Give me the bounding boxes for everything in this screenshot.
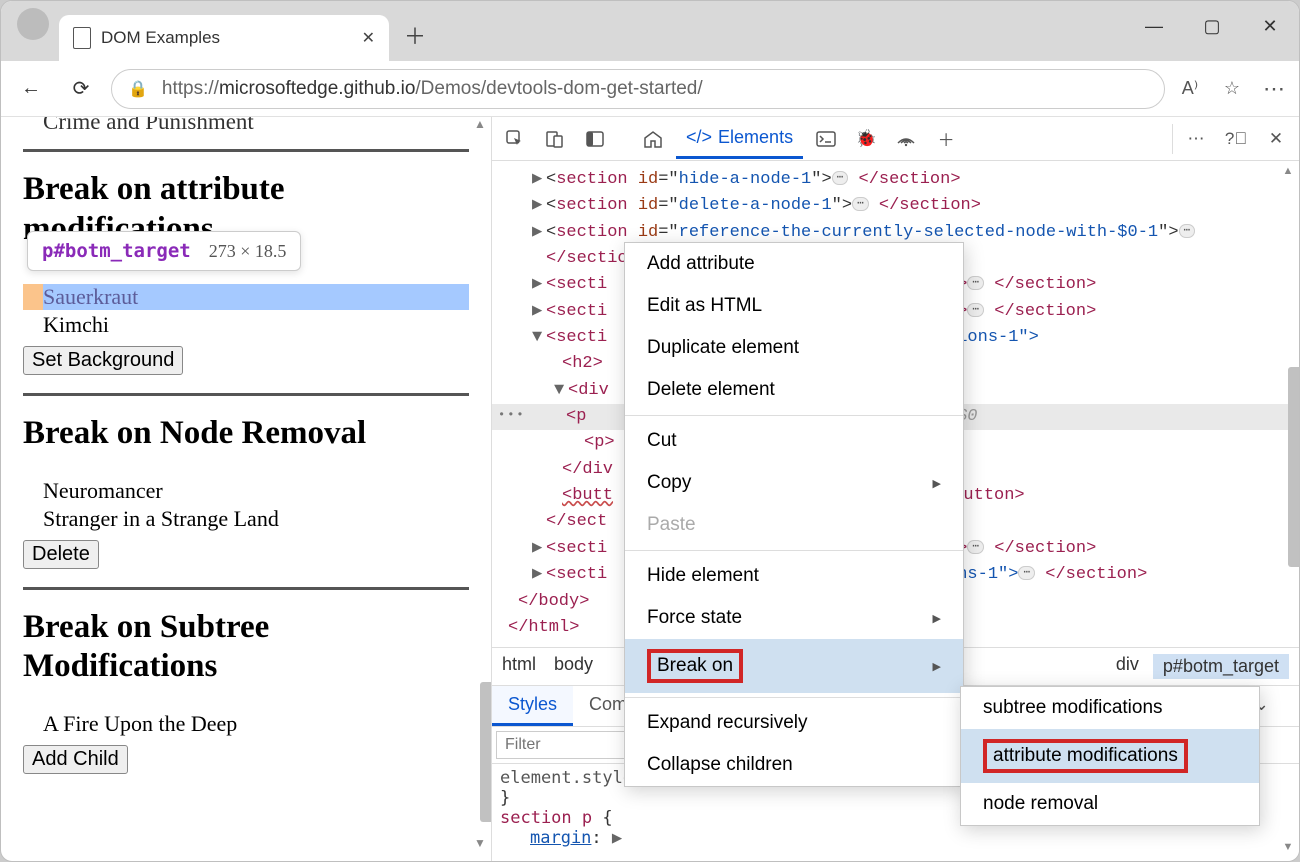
- device-icon[interactable]: [538, 122, 572, 156]
- ctx-add-attribute[interactable]: Add attribute: [625, 243, 963, 285]
- ctx-separator: [625, 550, 963, 551]
- item-stranger: Stranger in a Strange Land: [43, 506, 469, 532]
- toolbar-right: A⁾ ☆ ⋯: [1175, 74, 1289, 104]
- minimize-button[interactable]: —: [1125, 1, 1183, 51]
- ctx-copy[interactable]: Copy: [625, 462, 963, 504]
- cutoff-text: Crime and Punishment: [43, 117, 469, 135]
- devtools-scrollbar[interactable]: ▲ ▼: [1279, 165, 1297, 853]
- crumb-body[interactable]: body: [554, 654, 593, 679]
- page-scrollbar[interactable]: ▲ ▼: [471, 117, 489, 851]
- submenu-attribute[interactable]: attribute modifications: [961, 729, 1259, 783]
- titlebar: DOM Examples ✕ ＋ — ▢ ✕: [1, 1, 1299, 61]
- ctx-hide[interactable]: Hide element: [625, 555, 963, 597]
- browser-toolbar: ← ⟳ 🔒 https://microsoftedge.github.io/De…: [1, 61, 1299, 117]
- scroll-down-icon[interactable]: ▼: [1283, 841, 1294, 853]
- ctx-force-state[interactable]: Force state: [625, 597, 963, 639]
- back-button[interactable]: ←: [11, 69, 51, 109]
- item-neuromancer: Neuromancer: [43, 478, 469, 504]
- refresh-button[interactable]: ⟳: [61, 69, 101, 109]
- help-icon[interactable]: ?⃝: [1219, 122, 1253, 156]
- dock-icon[interactable]: [578, 122, 612, 156]
- heading-removal: Break on Node Removal: [23, 414, 469, 454]
- console-tab-icon[interactable]: [809, 122, 843, 156]
- tab-styles[interactable]: Styles: [492, 686, 573, 726]
- favorite-icon[interactable]: ☆: [1217, 74, 1247, 104]
- elements-tab[interactable]: </> Elements: [676, 119, 803, 159]
- ctx-delete[interactable]: Delete element: [625, 369, 963, 411]
- window-controls: — ▢ ✕: [1125, 1, 1299, 51]
- scroll-thumb[interactable]: [1288, 367, 1299, 567]
- item-kimchi: Kimchi: [43, 312, 469, 338]
- sources-tab-icon[interactable]: 🐞: [849, 122, 883, 156]
- close-devtools-icon[interactable]: ✕: [1259, 122, 1293, 156]
- new-tab-button[interactable]: ＋: [395, 19, 435, 51]
- crumb-target[interactable]: p#botm_target: [1153, 654, 1289, 679]
- context-menu: Add attribute Edit as HTML Duplicate ele…: [624, 242, 964, 787]
- ctx-duplicate[interactable]: Duplicate element: [625, 327, 963, 369]
- network-tab-icon[interactable]: [889, 122, 923, 156]
- maximize-button[interactable]: ▢: [1183, 1, 1241, 51]
- more-tabs-icon[interactable]: ＋: [929, 122, 963, 156]
- divider: [23, 149, 469, 152]
- ctx-expand[interactable]: Expand recursively: [625, 702, 963, 744]
- heading-subtree: Break on Subtree Modifications: [23, 608, 469, 687]
- crumb-div[interactable]: div: [1116, 654, 1139, 679]
- ctx-edit-html[interactable]: Edit as HTML: [625, 285, 963, 327]
- add-child-button[interactable]: Add Child: [23, 745, 128, 774]
- ctx-paste: Paste: [625, 504, 963, 546]
- crumb-html[interactable]: html: [502, 654, 536, 679]
- scroll-up-icon[interactable]: ▲: [1283, 165, 1294, 177]
- scroll-up-icon[interactable]: ▲: [474, 117, 486, 132]
- break-on-submenu: subtree modifications attribute modifica…: [960, 686, 1260, 826]
- scroll-down-icon[interactable]: ▼: [474, 836, 486, 851]
- tab-title: DOM Examples: [101, 28, 220, 48]
- settings-icon[interactable]: ⋯: [1179, 122, 1213, 156]
- inspect-icon[interactable]: [498, 122, 532, 156]
- profile-icon[interactable]: [17, 8, 49, 40]
- divider: [23, 587, 469, 590]
- ctx-break-on[interactable]: Break on: [625, 639, 963, 693]
- read-aloud-icon[interactable]: A⁾: [1175, 74, 1205, 104]
- lock-icon: 🔒: [128, 79, 148, 99]
- browser-tab[interactable]: DOM Examples ✕: [59, 15, 389, 61]
- element-tooltip: p#botm_target 273 × 18.5: [27, 231, 301, 271]
- tab-close-icon[interactable]: ✕: [362, 28, 375, 48]
- address-bar[interactable]: 🔒 https://microsoftedge.github.io/Demos/…: [111, 69, 1165, 109]
- ctx-separator: [625, 415, 963, 416]
- devtools-toolbar: </> Elements 🐞 ＋ ⋯ ?⃝ ✕: [492, 117, 1299, 161]
- ctx-separator: [625, 697, 963, 698]
- scroll-thumb[interactable]: [480, 682, 491, 822]
- ctx-collapse[interactable]: Collapse children: [625, 744, 963, 786]
- set-background-button[interactable]: Set Background: [23, 346, 183, 375]
- ctx-cut[interactable]: Cut: [625, 420, 963, 462]
- close-button[interactable]: ✕: [1241, 1, 1299, 51]
- item-sauerkraut: Sauerkraut: [43, 284, 138, 309]
- webpage: Crime and Punishment Break on attribute …: [1, 117, 491, 861]
- divider: [23, 393, 469, 396]
- tooltip-selector: p#botm_target: [42, 240, 191, 262]
- submenu-node-removal[interactable]: node removal: [961, 783, 1259, 825]
- item-fire: A Fire Upon the Deep: [43, 711, 469, 737]
- url-text: https://microsoftedge.github.io/Demos/de…: [162, 78, 703, 100]
- welcome-tab-icon[interactable]: [636, 122, 670, 156]
- delete-button[interactable]: Delete: [23, 540, 99, 569]
- submenu-subtree[interactable]: subtree modifications: [961, 687, 1259, 729]
- tooltip-dimensions: 273 × 18.5: [209, 241, 287, 262]
- code-icon: </>: [686, 127, 712, 148]
- document-icon: [73, 27, 91, 49]
- highlighted-element[interactable]: Sauerkraut: [23, 284, 469, 310]
- more-icon[interactable]: ⋯: [1259, 74, 1289, 104]
